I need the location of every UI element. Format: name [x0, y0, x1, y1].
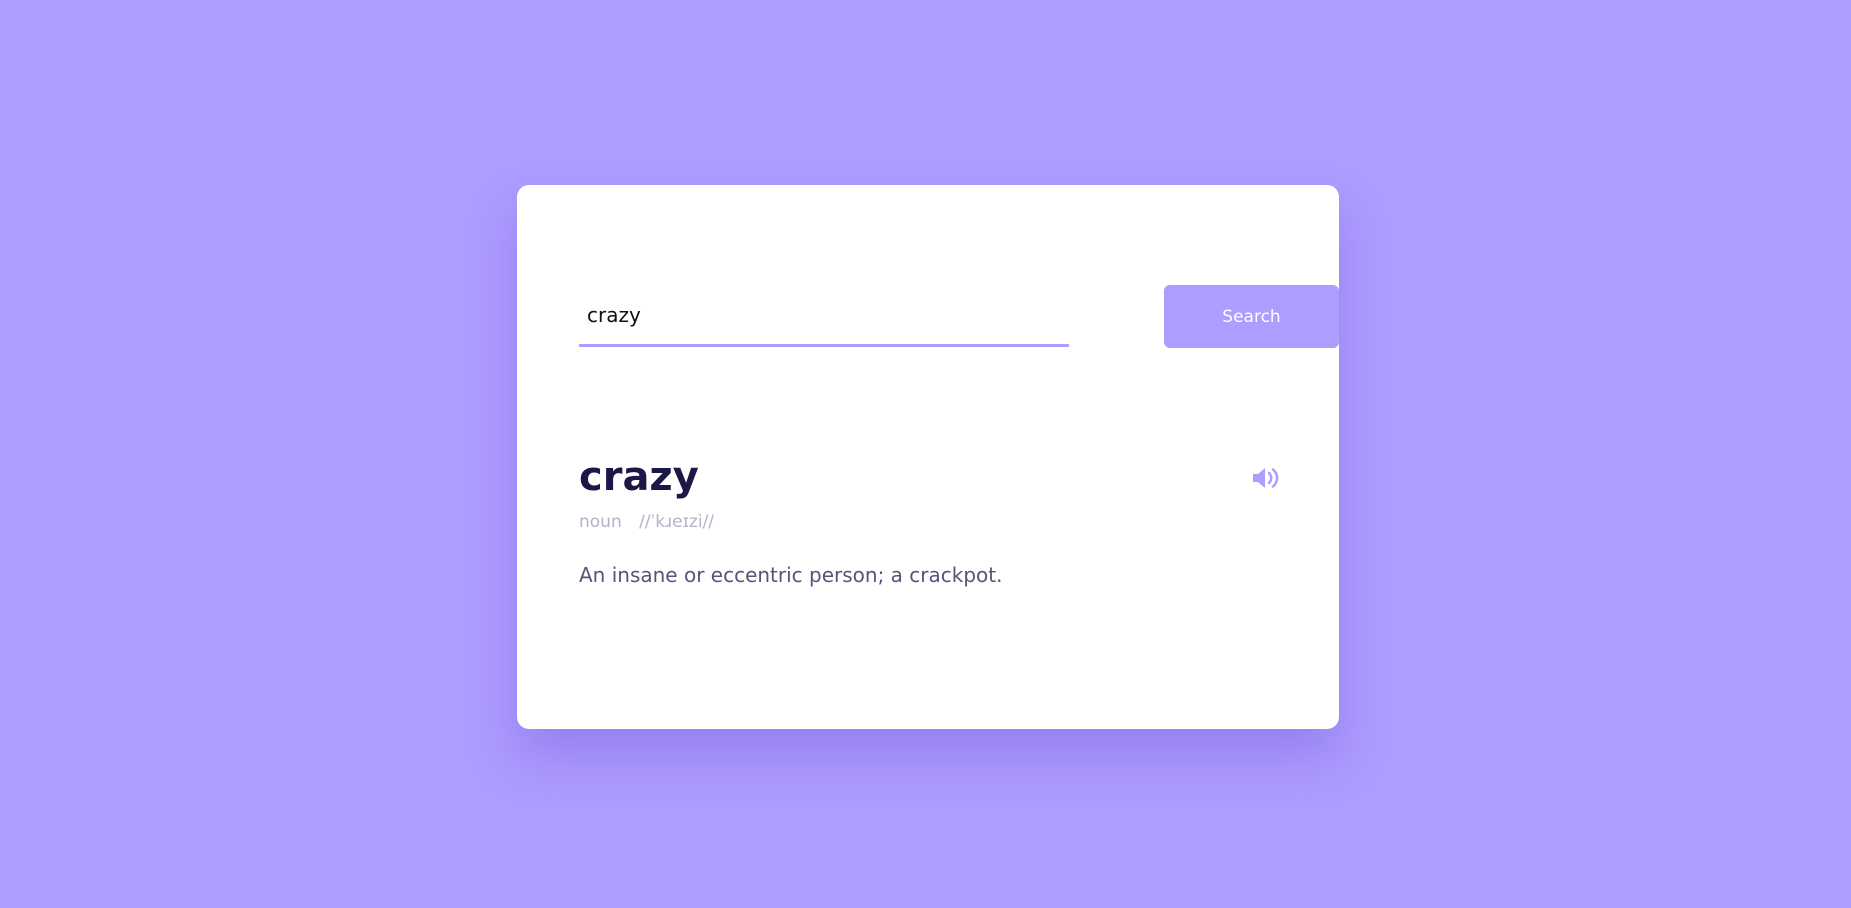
word-meta: noun //ˈkɹeɪzi// — [579, 512, 714, 532]
search-input[interactable] — [579, 285, 1069, 347]
definition-text: An insane or eccentric person; a crackpo… — [579, 563, 1003, 587]
part-of-speech: noun — [579, 512, 622, 532]
result-word: crazy — [579, 454, 699, 500]
speaker-icon — [1253, 468, 1279, 488]
search-row: Search — [579, 285, 1339, 349]
phonetic: //ˈkɹeɪzi// — [639, 512, 715, 532]
search-button[interactable]: Search — [1164, 285, 1339, 348]
play-audio-button[interactable] — [1250, 463, 1280, 493]
dictionary-card: Search crazy noun //ˈkɹeɪzi// An insane … — [517, 185, 1339, 729]
